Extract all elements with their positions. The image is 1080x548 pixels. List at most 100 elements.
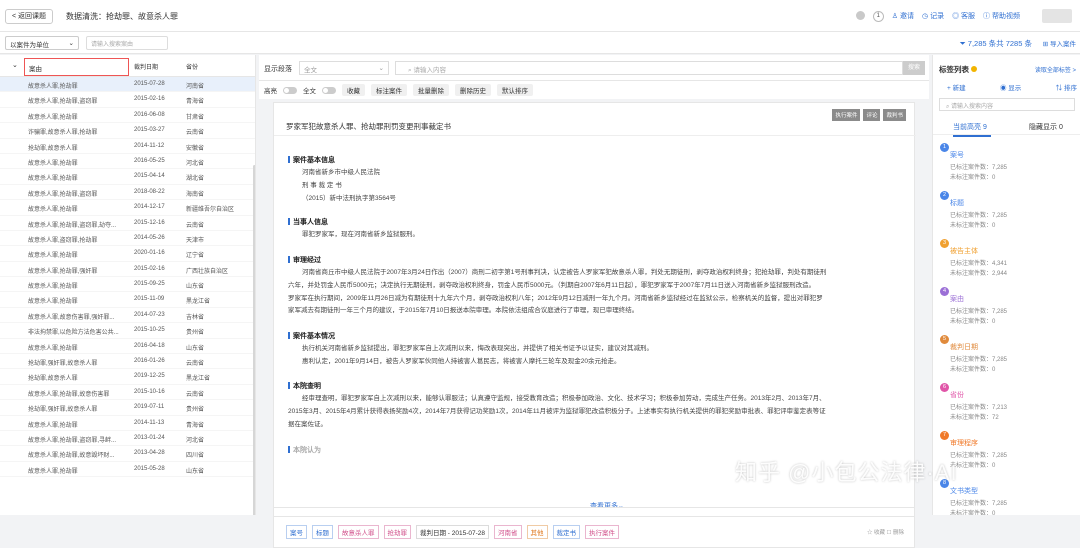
cell-date: 2015-07-28 bbox=[134, 81, 165, 87]
table-row[interactable]: 抢劫罪,强奸罪,故意杀人罪 2019-07-11 贵州省 bbox=[0, 400, 255, 416]
search-button[interactable]: 搜索 bbox=[903, 61, 925, 75]
sort-button[interactable]: ⇅ 排序 bbox=[1056, 82, 1077, 92]
invite-link[interactable]: ♙ 邀请 bbox=[892, 11, 914, 22]
highlight-toggle-label: 高亮 bbox=[264, 88, 277, 95]
fulltext-toggle[interactable] bbox=[322, 86, 336, 94]
tag-chip[interactable]: 故意杀人罪 bbox=[338, 525, 379, 539]
tag-item[interactable]: 3 被告主体 已标注案件数：4,341 未标注案件数：2,944 bbox=[936, 239, 1076, 283]
tag-item[interactable]: 1 案号 已标注案件数：7,285 未标注案件数：0 bbox=[936, 143, 1076, 187]
doc-tag-comment[interactable]: 评论 bbox=[863, 109, 881, 121]
filter-icon[interactable]: ⏷ bbox=[960, 39, 966, 48]
tag-chip[interactable]: 河南省 bbox=[494, 525, 522, 539]
tag-name: 文书类型 bbox=[950, 488, 978, 495]
cell-date: 2015-10-25 bbox=[134, 327, 165, 334]
table-row[interactable]: 故意杀人罪,抢劫罪,强奸罪 2015-02-16 广西壮族自治区 bbox=[0, 262, 255, 278]
table-row[interactable]: 故意杀人罪,盗窃罪,抢劫罪 2014-05-26 天津市 bbox=[0, 231, 255, 247]
table-row[interactable]: 故意杀人罪,抢劫罪,故意伤害罪 2015-10-16 云南省 bbox=[0, 385, 255, 401]
new-tag-button[interactable]: + 新建 bbox=[947, 82, 966, 92]
tag-chip[interactable]: 执行案件 bbox=[585, 525, 620, 539]
service-label: 客服 bbox=[961, 13, 976, 20]
table-row[interactable]: 诈骗罪,故意杀人罪,抢劫罪 2015-03-27 云南省 bbox=[0, 123, 255, 139]
column-header-date[interactable]: 裁判日期 bbox=[134, 62, 158, 71]
tag-marked-count: 已标注案件数：7,285 bbox=[950, 501, 1008, 507]
document-title[interactable]: 罗家军犯故意杀人罪、抢劫罪刑罚变更刑事裁定书 bbox=[286, 121, 451, 132]
table-row[interactable]: 故意杀人罪,抢劫罪 2015-05-28 山东省 bbox=[0, 462, 255, 478]
show-button[interactable]: ◉ 显示 bbox=[1000, 82, 1021, 92]
service-link[interactable]: ◎ 客服 bbox=[952, 11, 975, 22]
table-row[interactable]: 抢劫罪,故意杀人罪 2019-12-25 黑龙江省 bbox=[0, 369, 255, 385]
table-row[interactable]: 抢劫罪,故意杀人罪 2014-11-12 安徽省 bbox=[0, 139, 255, 154]
table-row[interactable]: 故意杀人罪,抢劫罪 2015-11-09 黑龙江省 bbox=[0, 292, 255, 308]
column-header-province[interactable]: 省份 bbox=[186, 62, 198, 71]
table-row[interactable]: 故意杀人罪,抢劫罪 2016-05-25 河北省 bbox=[0, 154, 255, 170]
back-button[interactable]: < 返回课题 bbox=[5, 9, 54, 24]
doc-tag-judgment[interactable]: 裁判书 bbox=[883, 109, 906, 121]
doc-tag-execution[interactable]: 执行案件 bbox=[832, 109, 861, 121]
filter-count: ⏷ 7,285 条共 7285 条 bbox=[960, 38, 1032, 49]
table-row[interactable]: 故意杀人罪,抢劫罪 2015-07-28 河南省 bbox=[0, 77, 255, 93]
tag-item[interactable]: 2 标题 已标注案件数：7,285 未标注案件数：0 bbox=[936, 191, 1076, 235]
tag-unmarked-count: 未标注案件数：0 bbox=[950, 367, 996, 373]
cell-date: 2015-10-16 bbox=[134, 388, 165, 395]
table-row[interactable]: 故意杀人罪,抢劫罪 2014-12-17 新疆维吾尔自治区 bbox=[0, 200, 255, 216]
scrollbar[interactable] bbox=[253, 165, 255, 515]
tag-chip[interactable]: 案号 bbox=[286, 525, 307, 539]
table-row[interactable]: 故意杀人罪,抢劫罪 2016-04-18 山东省 bbox=[0, 339, 255, 355]
favorite-button[interactable]: 收藏 bbox=[342, 84, 365, 96]
case-search-input[interactable]: 请输入搜索案由 bbox=[86, 36, 168, 50]
table-row[interactable]: 抢劫罪,强奸罪,故意杀人罪 2016-01-26 云南省 bbox=[0, 354, 255, 370]
table-row[interactable]: 故意杀人罪,抢劫罪,盗窃罪,劫夺... 2015-12-16 云南省 bbox=[0, 216, 255, 231]
table-row[interactable]: 故意杀人罪,抢劫罪,故意毁坏财... 2013-04-28 四川省 bbox=[0, 446, 255, 462]
import-case-button[interactable]: ⊞ 导入案件 bbox=[1043, 38, 1076, 48]
table-row[interactable]: 故意杀人罪,抢劫罪 2015-09-25 山东省 bbox=[0, 277, 255, 293]
content-search-input[interactable]: ⌕ 请输入内容 bbox=[395, 61, 903, 75]
table-row[interactable]: 非法拘禁罪,以危险方法危害公共... 2015-10-25 贵州省 bbox=[0, 323, 255, 339]
notification-icon[interactable] bbox=[855, 11, 865, 22]
tag-chip[interactable]: 裁判日期 - 2015-07-28 bbox=[416, 525, 490, 539]
table-row[interactable]: 故意杀人罪,抢劫罪 2014-11-13 青海省 bbox=[0, 416, 255, 431]
text-line: 河南省商丘市中级人民法院于2007年3月24日作出（2007）商刑二初字第1号刑… bbox=[302, 269, 827, 276]
info-icon[interactable] bbox=[971, 66, 977, 72]
tag-item[interactable]: 6 省份 已标注案件数：7,213 未标注案件数：72 bbox=[936, 383, 1076, 427]
tag-chip[interactable]: 抢劫罪 bbox=[383, 525, 411, 539]
table-row[interactable]: 故意杀人罪,故意伤害罪,强奸罪... 2014-07-23 吉林省 bbox=[0, 308, 255, 324]
table-row[interactable]: 故意杀人罪,抢劫罪 2020-01-16 辽宁省 bbox=[0, 246, 255, 262]
text-line: 罪犯罗家军，现在河南省新乡监狱服刑。 bbox=[302, 231, 419, 238]
sort-select[interactable]: 默认排序 bbox=[497, 84, 533, 96]
doc-footer-actions[interactable]: ☆ 收藏 ☐ 删除 bbox=[867, 528, 904, 536]
cell-date: 2015-09-25 bbox=[134, 281, 165, 288]
tag-marked-count: 已标注案件数：7,285 bbox=[950, 165, 1008, 171]
tag-chip[interactable]: 其他 bbox=[526, 525, 548, 539]
table-row[interactable]: 故意杀人罪,抢劫罪,盗窃罪,寻衅... 2013-01-24 河北省 bbox=[0, 431, 255, 447]
delete-history-button[interactable]: 删除历史 bbox=[455, 84, 491, 96]
cell-date: 2016-06-08 bbox=[134, 111, 165, 118]
help-video-link[interactable]: ⓘ 帮助视频 bbox=[983, 11, 1020, 22]
expand-icon[interactable]: ⌄ bbox=[12, 61, 18, 69]
tab-hidden[interactable]: 隐藏显示 0 bbox=[1029, 122, 1063, 132]
tag-item[interactable]: 4 案由 已标注案件数：7,285 未标注案件数：0 bbox=[936, 287, 1076, 331]
cell-province: 青海省 bbox=[186, 99, 205, 106]
cell-date: 2013-01-24 bbox=[134, 434, 165, 441]
tag-chip[interactable]: 裁定书 bbox=[552, 525, 581, 539]
tag-unmarked-count: 未标注案件数：0 bbox=[950, 511, 996, 515]
tag-item[interactable]: 5 裁判日期 已标注案件数：7,285 未标注案件数：0 bbox=[936, 335, 1076, 379]
table-row[interactable]: 故意杀人罪,抢劫罪,盗窃罪 2015-02-16 青海省 bbox=[0, 92, 255, 108]
column-header-case[interactable]: 案由 bbox=[24, 58, 129, 76]
tag-search-input[interactable]: ⌕ 请输入搜索内容 bbox=[939, 98, 1075, 111]
mark-case-button[interactable]: 标注案件 bbox=[371, 84, 407, 96]
tag-name: 被告主体 bbox=[950, 248, 978, 255]
batch-delete-button[interactable]: 批量删除 bbox=[413, 84, 449, 96]
table-row[interactable]: 故意杀人罪,抢劫罪 2016-06-08 甘肃省 bbox=[0, 108, 255, 124]
cell-date: 2014-11-12 bbox=[134, 142, 165, 149]
unit-select[interactable]: 以案件为单位 ⌄ bbox=[5, 36, 79, 50]
table-row[interactable]: 故意杀人罪,抢劫罪 2015-04-14 湖北省 bbox=[0, 169, 255, 185]
tag-chip[interactable]: 标题 bbox=[312, 525, 333, 539]
paragraph-select[interactable]: 全文 ⌄ bbox=[299, 61, 389, 75]
text-line: 惠利认定，2001年9月14日，被告人罗家军伙同他人持被害人葛民志，将被害人摩托… bbox=[302, 357, 621, 365]
user-avatar[interactable] bbox=[1042, 9, 1072, 23]
record-link[interactable]: ◷ 记录 bbox=[922, 11, 944, 22]
highlight-toggle[interactable] bbox=[283, 86, 297, 94]
table-row[interactable]: 故意杀人罪,抢劫罪,盗窃罪 2018-08-22 海南省 bbox=[0, 185, 255, 201]
read-all-tags-link[interactable]: 读取全部标签 > bbox=[1035, 65, 1076, 74]
tab-current-highlight[interactable]: 当前高亮 9 bbox=[953, 122, 991, 137]
